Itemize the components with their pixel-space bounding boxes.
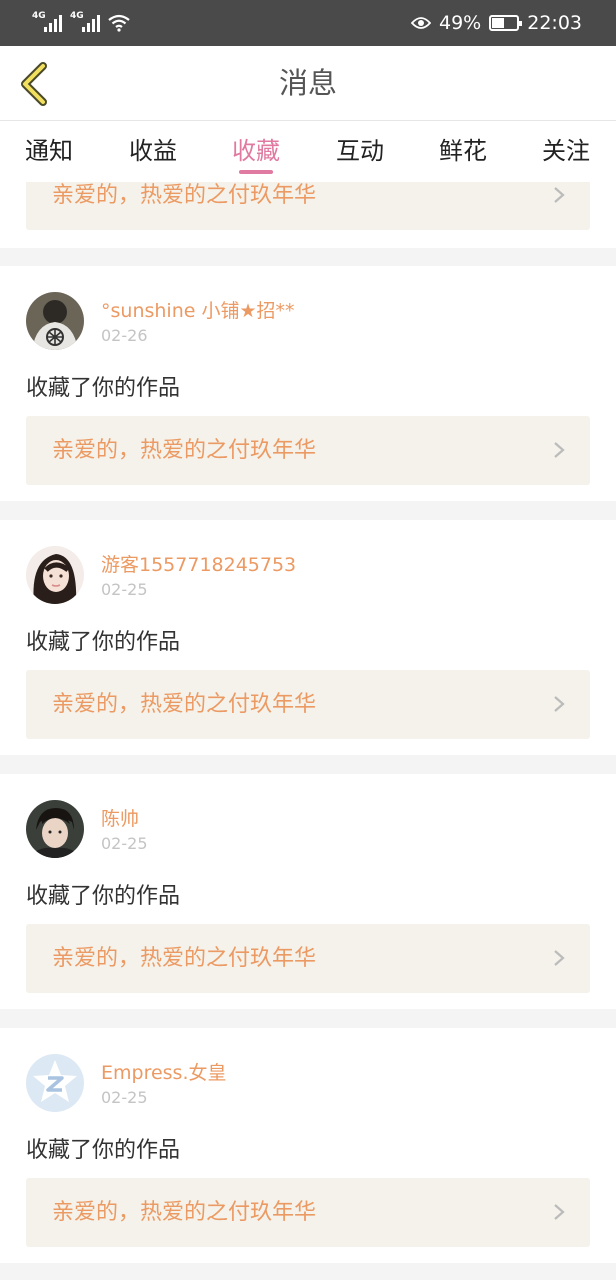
avatar[interactable] — [26, 1054, 84, 1112]
chevron-right-icon — [554, 950, 565, 966]
work-link[interactable]: 亲爱的，热爱的之付玖年华 — [26, 1178, 590, 1247]
status-left: 4G 4G — [32, 11, 130, 32]
work-title: 亲爱的，热爱的之付玖年华 — [52, 692, 317, 717]
chevron-right-icon — [554, 442, 565, 458]
clock: 22:03 — [527, 12, 582, 34]
avatar[interactable] — [26, 292, 84, 350]
chevron-right-icon — [554, 1204, 565, 1220]
tab-bar: 通知 收益 收藏 互动 鲜花 关注 — [0, 121, 616, 182]
action-text: 收藏了你的作品 — [26, 376, 181, 401]
action-text: 收藏了你的作品 — [26, 1138, 181, 1163]
tab-favorites[interactable]: 收藏 — [221, 131, 291, 171]
wifi-icon — [108, 14, 130, 32]
timestamp: 02-26 — [101, 326, 148, 345]
chevron-right-icon — [554, 187, 565, 203]
username[interactable]: °sunshine 小铺★招** — [101, 296, 295, 323]
qzone-default-avatar-icon — [26, 1054, 84, 1112]
tab-interaction[interactable]: 互动 — [325, 131, 395, 171]
work-title: 亲爱的，热爱的之付玖年华 — [52, 946, 317, 971]
list-item: 陈帅 02-25 收藏了你的作品 亲爱的，热爱的之付玖年华 — [0, 774, 616, 1009]
work-link[interactable]: 亲爱的，热爱的之付玖年华 — [26, 182, 590, 230]
action-text: 收藏了你的作品 — [26, 630, 181, 655]
work-link[interactable]: 亲爱的，热爱的之付玖年华 — [26, 416, 590, 485]
status-right: 49% 22:03 — [411, 12, 582, 34]
tab-flowers[interactable]: 鲜花 — [428, 131, 498, 171]
page-title: 消息 — [278, 66, 337, 100]
username[interactable]: 游客1557718245753 — [101, 550, 296, 577]
network-type-label: 4G — [70, 11, 84, 21]
user-avatar-icon — [26, 546, 84, 604]
chevron-right-icon — [554, 696, 565, 712]
eye-comfort-icon — [411, 17, 431, 29]
tab-earnings[interactable]: 收益 — [118, 131, 188, 171]
status-bar: 4G 4G 49% 22:03 — [0, 0, 616, 46]
timestamp: 02-25 — [101, 1088, 148, 1107]
work-title: 亲爱的，热爱的之付玖年华 — [52, 438, 317, 463]
work-link[interactable]: 亲爱的，热爱的之付玖年华 — [26, 924, 590, 993]
battery-icon — [489, 15, 523, 31]
tab-notice[interactable]: 通知 — [14, 131, 84, 171]
tab-following[interactable]: 关注 — [531, 131, 601, 171]
username[interactable]: 陈帅 — [101, 804, 139, 831]
avatar[interactable] — [26, 800, 84, 858]
avatar[interactable] — [26, 546, 84, 604]
user-avatar-icon — [26, 800, 84, 858]
work-link[interactable]: 亲爱的，热爱的之付玖年华 — [26, 670, 590, 739]
battery-percent: 49% — [439, 12, 482, 34]
network-type-label: 4G — [32, 11, 46, 21]
nav-bar: 消息 — [0, 46, 616, 121]
action-text: 收藏了你的作品 — [26, 884, 181, 909]
cellular-signal-icon: 4G — [70, 11, 100, 32]
username[interactable]: Empress.女皇 — [101, 1058, 227, 1085]
cellular-signal-icon: 4G — [32, 11, 62, 32]
list-item: 亲爱的，热爱的之付玖年华 — [0, 182, 616, 248]
list-item: °sunshine 小铺★招** 02-26 收藏了你的作品 亲爱的，热爱的之付… — [0, 266, 616, 501]
list-item: 游客1557718245753 02-25 收藏了你的作品 亲爱的，热爱的之付玖… — [0, 520, 616, 755]
timestamp: 02-25 — [101, 834, 148, 853]
list-item: Empress.女皇 02-25 收藏了你的作品 亲爱的，热爱的之付玖年华 — [0, 1028, 616, 1263]
active-tab-indicator — [239, 170, 273, 174]
work-title: 亲爱的，热爱的之付玖年华 — [52, 183, 317, 208]
timestamp: 02-25 — [101, 580, 148, 599]
user-avatar-icon — [26, 292, 84, 350]
notification-list: 亲爱的，热爱的之付玖年华 °sunshine 小铺★招** 02-26 收藏了你… — [0, 182, 616, 1280]
work-title: 亲爱的，热爱的之付玖年华 — [52, 1200, 317, 1225]
